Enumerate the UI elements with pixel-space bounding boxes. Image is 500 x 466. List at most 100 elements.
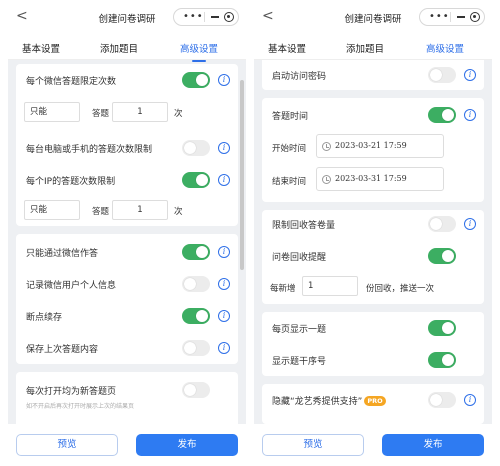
one-per-page-toggle[interactable] <box>428 320 456 336</box>
setting-row-new-page: 每次打开均为新答题页 <box>26 382 230 398</box>
clock-icon <box>322 175 331 184</box>
answer-time-card: 答题时间 i 开始时间 2023-03-21 17:59 结束时间 2023-0… <box>262 98 484 202</box>
setting-row-device-limit: 每台电脑或手机的答题次数限制 i <box>26 140 230 156</box>
setting-row-show-number: 显示题干序号 <box>272 352 476 368</box>
ip-limit-toggle[interactable] <box>182 172 210 188</box>
top-bar: < 创建问卷调研 ••• <box>254 0 492 34</box>
wechat-only-toggle[interactable] <box>182 244 210 260</box>
tab-add-questions[interactable]: 添加题目 <box>100 41 138 55</box>
setting-label: 每台电脑或手机的答题次数限制 <box>26 145 153 155</box>
close-target-icon[interactable] <box>470 12 480 22</box>
info-icon[interactable]: i <box>464 394 476 406</box>
action-footer: 预览 发布 <box>254 424 492 466</box>
tab-advanced-settings[interactable]: 高级设置 <box>180 41 219 62</box>
start-time-value: 2023-03-21 17:59 <box>335 141 407 150</box>
setting-row-limit-collect: 限制回收答卷量 i <box>272 216 476 232</box>
tab-basic-settings[interactable]: 基本设置 <box>22 41 60 55</box>
setting-label: 每个微信答题限定次数 <box>26 77 117 87</box>
mini-program-capsule: ••• <box>419 8 485 26</box>
tab-advanced-label: 高级设置 <box>180 44 219 55</box>
preview-button[interactable]: 预览 <box>16 434 118 456</box>
tab-basic-settings[interactable]: 基本设置 <box>268 41 306 55</box>
settings-tabs: 基本设置 添加题目 高级设置 <box>254 34 492 62</box>
new-page-toggle[interactable] <box>182 382 210 398</box>
tab-advanced-label: 高级设置 <box>426 44 465 55</box>
tab-add-questions[interactable]: 添加题目 <box>346 41 384 55</box>
minimize-icon[interactable] <box>457 16 465 18</box>
publish-button[interactable]: 发布 <box>136 434 238 456</box>
info-icon[interactable]: i <box>218 246 230 258</box>
setting-label: 隐藏“龙艺秀提供支持” PRO <box>272 394 386 407</box>
keep-last-toggle[interactable] <box>182 340 210 356</box>
setting-label: 启动访问密码 <box>272 72 327 82</box>
hide-brand-label: 隐藏“龙艺秀提供支持” <box>272 397 363 407</box>
limit-collect-toggle[interactable] <box>428 216 456 232</box>
more-icon[interactable]: ••• <box>429 11 450 23</box>
setting-row-access-password: 启动访问密码 i <box>272 67 476 83</box>
ip-limit-mode-field[interactable]: 只能 <box>24 200 80 220</box>
access-password-toggle[interactable] <box>428 67 456 83</box>
collection-card: 限制回收答卷量 i 问卷回收提醒 每新增 1 份回收，推送一次 <box>262 210 484 304</box>
setting-label: 问卷回收提醒 <box>272 253 327 263</box>
clock-icon <box>322 142 331 151</box>
display-card: 每页显示一题 显示题干序号 <box>262 312 484 376</box>
setting-row-keep-last: 保存上次答题内容 i <box>26 340 230 356</box>
info-icon[interactable]: i <box>218 278 230 290</box>
record-user-toggle[interactable] <box>182 276 210 292</box>
info-icon[interactable]: i <box>464 69 476 81</box>
info-icon[interactable]: i <box>464 109 476 121</box>
setting-row-answer-time: 答题时间 i <box>272 107 476 123</box>
capsule-divider <box>204 12 205 22</box>
setting-row-record-user: 记录微信用户个人信息 i <box>26 276 230 292</box>
setting-row-remind: 问卷回收提醒 <box>272 248 476 264</box>
answer-limit-card: 每个微信答题限定次数 i 只能 答题 1 次 每台电脑或手机的答题次数限制 i … <box>16 64 238 226</box>
info-icon[interactable]: i <box>218 174 230 186</box>
branding-card: 隐藏“龙艺秀提供支持” PRO i <box>262 384 484 424</box>
new-page-card: 每次打开均为新答题页 如不开启后再次打开时展示上次的结果页 <box>16 372 238 432</box>
info-icon[interactable]: i <box>464 218 476 230</box>
remind-prefix-text: 每新增 <box>270 284 296 294</box>
preview-button[interactable]: 预览 <box>262 434 364 456</box>
remind-toggle[interactable] <box>428 248 456 264</box>
left-screen: < 创建问卷调研 ••• 基本设置 添加题目 高级设置 每个微信答题限定次数 i… <box>8 0 246 466</box>
setting-label: 显示题干序号 <box>272 357 327 367</box>
device-limit-toggle[interactable] <box>182 140 210 156</box>
capsule-divider <box>450 12 451 22</box>
action-footer: 预览 发布 <box>8 424 246 466</box>
show-number-toggle[interactable] <box>428 352 456 368</box>
mini-program-capsule: ••• <box>173 8 239 26</box>
info-icon[interactable]: i <box>218 142 230 154</box>
ip-limit-count-input[interactable]: 1 <box>112 200 168 220</box>
limit-count-input[interactable]: 1 <box>112 102 168 122</box>
resume-toggle[interactable] <box>182 308 210 324</box>
end-time-picker[interactable]: 2023-03-31 17:59 <box>316 167 444 191</box>
setting-label: 每次打开均为新答题页 <box>26 387 117 397</box>
more-icon[interactable]: ••• <box>183 11 204 23</box>
info-icon[interactable]: i <box>218 342 230 354</box>
scrollbar[interactable] <box>240 80 244 270</box>
limit-mode-field[interactable]: 只能 <box>24 102 80 122</box>
ip-limit-unit-text: 次 <box>174 207 183 217</box>
right-screen: < 创建问卷调研 ••• 基本设置 添加题目 高级设置 启动访问密码 i 答题时… <box>254 0 492 466</box>
close-target-icon[interactable] <box>224 12 234 22</box>
tab-advanced-settings[interactable]: 高级设置 <box>426 41 465 62</box>
ip-limit-middle-text: 答题 <box>92 207 110 217</box>
setting-label: 每个IP的答题次数限制 <box>26 177 116 187</box>
settings-tabs: 基本设置 添加题目 高级设置 <box>8 34 246 62</box>
setting-label: 只能通过微信作答 <box>26 249 99 259</box>
remind-count-input[interactable]: 1 <box>302 276 358 296</box>
publish-button[interactable]: 发布 <box>382 434 484 456</box>
start-time-picker[interactable]: 2023-03-21 17:59 <box>316 134 444 158</box>
wechat-limit-toggle[interactable] <box>182 72 210 88</box>
remind-suffix-text: 份回收，推送一次 <box>366 284 435 294</box>
end-time-label: 结束时间 <box>272 177 307 187</box>
info-icon[interactable]: i <box>218 74 230 86</box>
minimize-icon[interactable] <box>211 16 219 18</box>
wechat-options-card: 只能通过微信作答 i 记录微信用户个人信息 i 断点续存 i 保存上次答题内容 … <box>16 234 238 364</box>
answer-time-toggle[interactable] <box>428 107 456 123</box>
setting-row-wechat-only: 只能通过微信作答 i <box>26 244 230 260</box>
hide-brand-toggle[interactable] <box>428 392 456 408</box>
info-icon[interactable]: i <box>218 310 230 322</box>
setting-row-ip-limit: 每个IP的答题次数限制 i <box>26 172 230 188</box>
setting-row-resume: 断点续存 i <box>26 308 230 324</box>
